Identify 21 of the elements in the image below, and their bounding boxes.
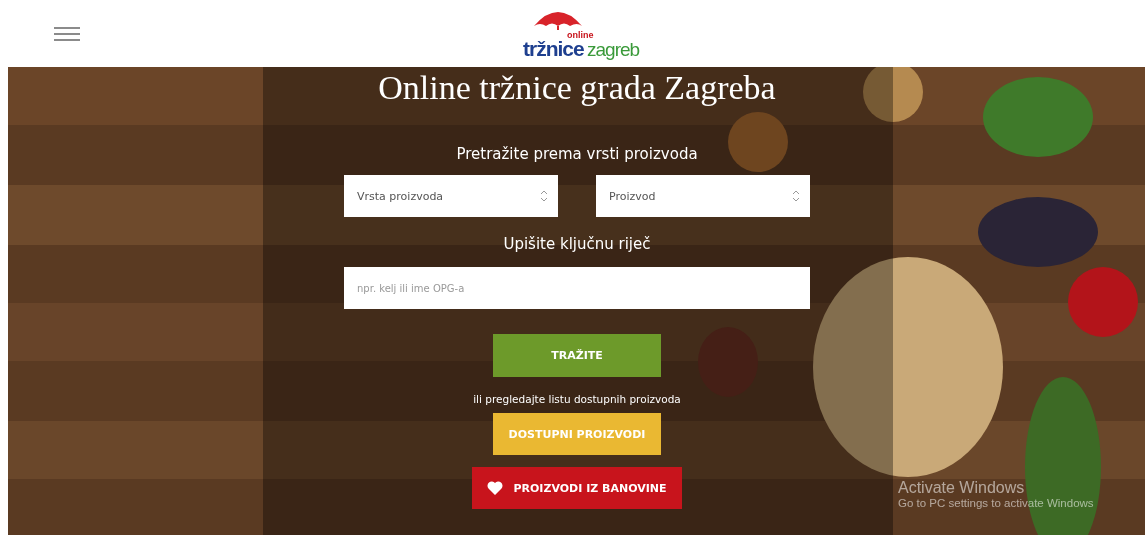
chevron-updown-icon [540,189,548,203]
hero-title: Online tržnice grada Zagreba [378,69,776,107]
products-button[interactable]: PROIZVODI IZ BANOVINE [472,467,682,509]
keyword-field[interactable]: npr. kelj ili ime OPG-a [344,267,810,309]
logo-text: tržnice [523,37,584,61]
section-label: Upišite ključnu riječ [503,235,651,253]
logo-text: zagreb [587,39,640,61]
logo-text: online [567,30,594,40]
section-label: Pretražite prema vrsti proizvoda [456,145,698,163]
select-placeholder: Vrsta proizvoda [357,189,444,203]
menu-button[interactable] [54,26,80,41]
select-field[interactable]: Proizvod [596,175,810,217]
chevron-updown-icon [792,189,800,203]
search-button[interactable]: TRAŽITE [493,334,661,377]
activation-title: Activate Windows [898,479,1026,497]
select-field[interactable]: Vrsta proizvoda [344,175,558,217]
browse-text: ili pregledajte listu dostupnih proizvoda [473,393,681,405]
menu-icon [54,26,80,41]
activation-text: Go to PC settings to activate Windows [898,497,1094,509]
select-placeholder: Proizvod [609,189,656,203]
heart-icon [487,481,504,495]
